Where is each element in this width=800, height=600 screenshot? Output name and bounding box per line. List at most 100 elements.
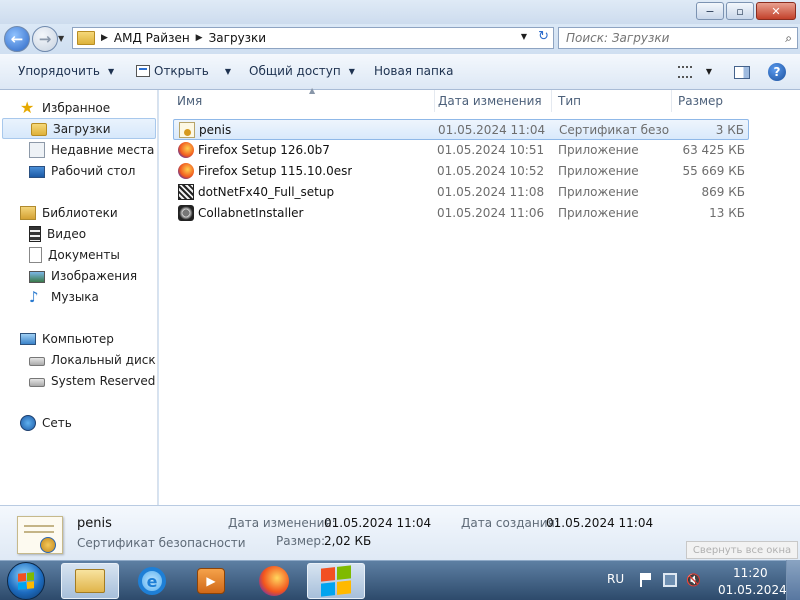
file-row[interactable]: dotNetFx40_Full_setup 01.05.2024 11:08 П… <box>173 182 749 203</box>
documents-icon <box>29 246 42 263</box>
show-desktop-button[interactable] <box>786 560 800 600</box>
taskbar-media-player-button[interactable]: ▶ <box>182 563 240 599</box>
chevron-down-icon: ▼ <box>107 66 115 76</box>
sidebar-item-documents[interactable]: Документы <box>29 244 120 265</box>
sidebar-item-pictures[interactable]: Изображения <box>29 265 137 286</box>
sidebar-item-label: Недавние места <box>51 142 155 157</box>
sort-indicator-icon: ▲ <box>309 86 316 95</box>
search-input[interactable] <box>566 31 766 45</box>
address-bar[interactable]: ▶ АМД Райзен ▶ Загрузки ▼ ↻ <box>72 27 554 49</box>
sidebar-item-desktop[interactable]: Рабочий стол <box>29 160 135 181</box>
minimize-button[interactable]: − <box>696 2 724 20</box>
volume-muted-icon[interactable]: 🔇 <box>686 573 701 587</box>
open-label: Открыть <box>154 64 209 78</box>
open-icon <box>136 65 150 77</box>
close-button[interactable]: ✕ <box>756 2 796 20</box>
details-created-label: Дата создания: <box>461 516 559 530</box>
breadcrumb-downloads[interactable]: Загрузки <box>209 31 267 45</box>
sidebar-item-label: Избранное <box>42 100 111 115</box>
sidebar-item-recent[interactable]: Недавние места <box>29 139 154 160</box>
share-button[interactable]: Общий доступ ▼ <box>249 64 355 78</box>
address-history-dropdown[interactable]: ▼ <box>521 32 527 41</box>
column-header-date[interactable]: Дата изменения <box>432 90 552 112</box>
breadcrumb-user[interactable]: АМД Райзен <box>114 31 190 45</box>
taskbar: e ▶ RU 🔇 11:20 01.05.2024 <box>0 560 800 600</box>
desktop-icon <box>29 165 45 178</box>
recent-pages-dropdown[interactable]: ▼ <box>58 34 64 43</box>
search-icon[interactable]: ⌕ <box>785 31 792 46</box>
certificate-icon <box>17 516 63 554</box>
taskbar-ie-button[interactable]: e <box>123 563 181 599</box>
organize-button[interactable]: Упорядочить ▼ <box>18 64 114 78</box>
breadcrumb-separator-icon[interactable]: ▶ <box>196 33 203 43</box>
action-center-flag-icon[interactable] <box>640 573 654 587</box>
column-header-size[interactable]: Размер <box>672 90 752 112</box>
details-size-label: Размер: <box>276 534 326 548</box>
file-size: 63 425 КБ <box>682 143 745 157</box>
forward-arrow-icon: → <box>38 30 52 48</box>
downloads-folder-icon <box>31 123 47 136</box>
star-icon: ★ <box>20 97 35 117</box>
column-header-type[interactable]: Тип <box>552 90 672 112</box>
details-modified-label: Дата изменения: <box>228 516 336 530</box>
sidebar-item-network[interactable]: Сеть <box>20 412 72 433</box>
details-modified-value: 01.05.2024 11:04 <box>324 516 432 530</box>
taskbar-windows-button[interactable] <box>307 563 365 599</box>
folder-icon <box>77 31 95 45</box>
sidebar-item-label: Изображения <box>51 268 138 283</box>
clock-date[interactable]: 01.05.2024 <box>718 583 787 597</box>
sidebar-item-local-disk[interactable]: Локальный диск (C <box>29 349 157 370</box>
sidebar-item-label: Рабочий стол <box>51 163 136 178</box>
clock-time[interactable]: 11:20 <box>733 566 768 580</box>
sidebar-item-favorites[interactable]: ★ Избранное <box>20 97 110 118</box>
taskbar-firefox-button[interactable] <box>245 563 303 599</box>
file-size: 3 КБ <box>715 123 744 137</box>
file-type: Приложение <box>558 143 639 157</box>
file-row[interactable]: CollabnetInstaller 01.05.2024 11:06 Прил… <box>173 203 749 224</box>
file-name: Firefox Setup 115.10.0esr <box>198 164 353 178</box>
navigation-pane: ★ Избранное Загрузки Недавние места Рабо… <box>0 90 158 505</box>
views-dropdown-icon[interactable]: ▼ <box>706 67 712 76</box>
network-status-icon[interactable] <box>663 573 677 587</box>
maximize-button[interactable]: ▫ <box>726 2 754 20</box>
file-name: Firefox Setup 126.0b7 <box>198 143 330 157</box>
breadcrumb-separator-icon[interactable]: ▶ <box>101 33 108 43</box>
forward-button[interactable]: → <box>32 26 58 52</box>
file-type: Приложение <box>558 185 639 199</box>
start-button[interactable] <box>7 562 45 600</box>
sidebar-item-music[interactable]: ♪ Музыка <box>29 286 99 307</box>
new-folder-button[interactable]: Новая папка <box>374 64 453 78</box>
column-header-name[interactable]: ▲ Имя <box>171 86 435 112</box>
open-button[interactable]: Открыть ▼ <box>136 64 231 78</box>
firefox-installer-icon <box>178 163 194 179</box>
sidebar-item-label: Загрузки <box>53 121 111 136</box>
refresh-icon[interactable]: ↻ <box>538 29 549 44</box>
file-row[interactable]: Firefox Setup 115.10.0esr 01.05.2024 10:… <box>173 161 749 182</box>
back-button[interactable]: ← <box>4 26 30 52</box>
certificate-icon <box>179 122 195 138</box>
hard-disk-icon <box>29 357 45 366</box>
hard-disk-icon <box>29 378 45 387</box>
chevron-down-icon: ▼ <box>348 66 355 76</box>
file-row[interactable]: Firefox Setup 126.0b7 01.05.2024 10:51 П… <box>173 140 749 161</box>
sidebar-item-label: System Reserved (D: <box>51 373 157 388</box>
sidebar-item-video[interactable]: Видео <box>29 223 86 244</box>
search-box[interactable]: ⌕ <box>558 27 798 49</box>
sidebar-item-libraries[interactable]: Библиотеки <box>20 202 118 223</box>
network-icon <box>20 414 36 431</box>
preview-pane-icon[interactable] <box>734 66 750 79</box>
file-row-selected[interactable]: penis 01.05.2024 11:04 Сертификат безо..… <box>173 119 749 140</box>
window-controls: − ▫ ✕ <box>696 2 796 20</box>
taskbar-explorer-button[interactable] <box>61 563 119 599</box>
sidebar-item-computer[interactable]: Компьютер <box>20 328 114 349</box>
language-indicator[interactable]: RU <box>607 572 624 586</box>
views-icon[interactable] <box>678 66 692 78</box>
sidebar-item-label: Локальный диск (C <box>51 352 157 367</box>
help-icon[interactable]: ? <box>768 63 786 81</box>
file-date: 01.05.2024 11:08 <box>437 185 545 199</box>
chevron-down-icon[interactable]: ▼ <box>225 67 231 76</box>
video-icon <box>29 225 41 242</box>
sidebar-item-downloads[interactable]: Загрузки <box>2 118 156 139</box>
sidebar-item-system-reserved[interactable]: System Reserved (D: <box>29 370 157 391</box>
sidebar-item-label: Библиотеки <box>42 205 118 220</box>
